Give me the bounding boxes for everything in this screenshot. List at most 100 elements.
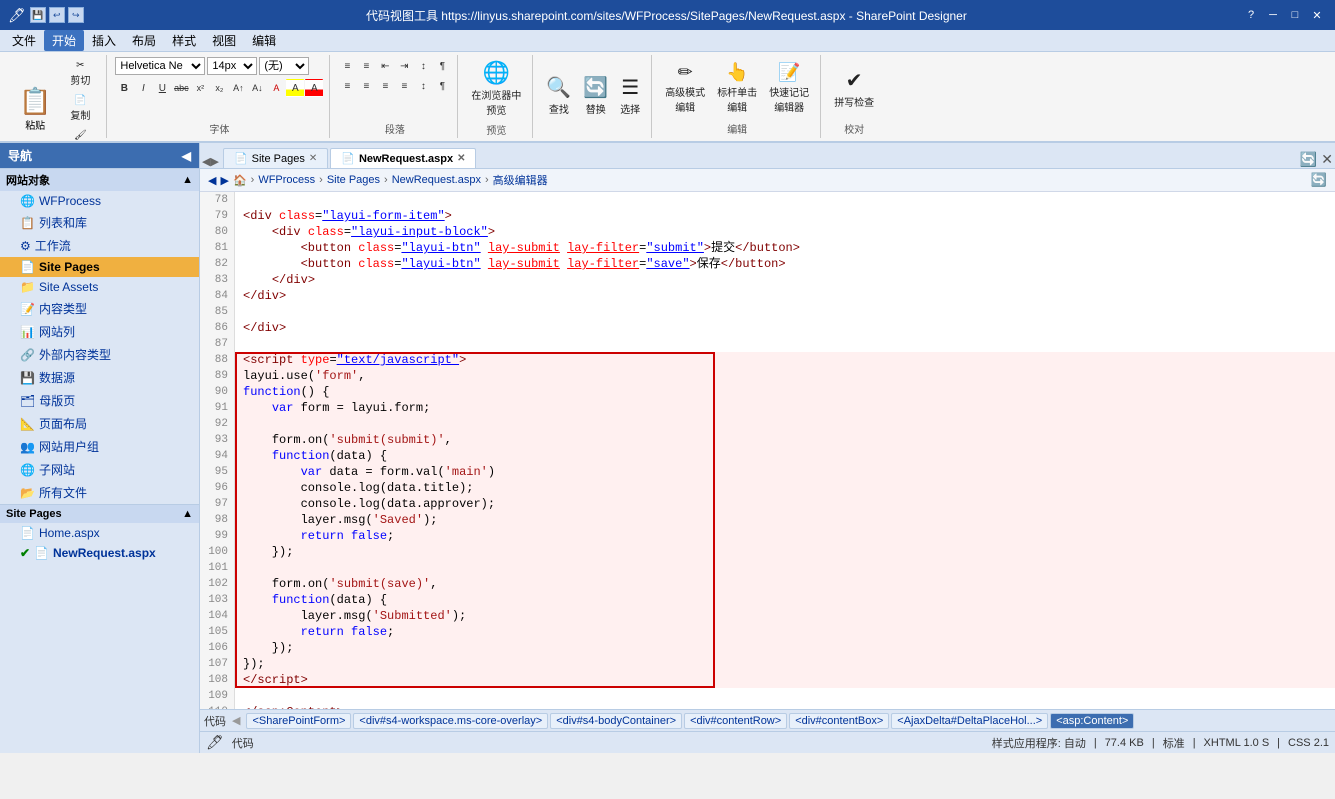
indent-button[interactable]: ⇥ bbox=[395, 57, 413, 75]
sidebar-item-sitepages[interactable]: 📄 Site Pages bbox=[0, 257, 199, 277]
tab-close-all-icon[interactable]: ✕ bbox=[1321, 151, 1333, 168]
show-hide-button[interactable]: ¶ bbox=[433, 57, 451, 75]
sidebar-item-datasources[interactable]: 💾 数据源 bbox=[0, 366, 199, 389]
tab-sitepages-close[interactable]: ✕ bbox=[309, 153, 317, 164]
menu-insert[interactable]: 插入 bbox=[84, 30, 124, 51]
tag-sharepoint-form[interactable]: <SharePointForm> bbox=[246, 713, 351, 729]
menu-view[interactable]: 视图 bbox=[204, 30, 244, 51]
code-editor[interactable]: 7879<div class="layui-form-item">80 <div… bbox=[200, 192, 1335, 709]
align-right-button[interactable]: ≡ bbox=[376, 77, 394, 95]
tab-newrequest-close[interactable]: ✕ bbox=[457, 153, 465, 164]
paste-button[interactable]: 📋 粘贴 bbox=[12, 83, 58, 135]
select-button[interactable]: ☰ 选择 bbox=[615, 72, 645, 119]
font-size-select[interactable]: 14px bbox=[207, 57, 257, 75]
minimize-btn[interactable]: ─ bbox=[1263, 7, 1283, 23]
tag-content-row[interactable]: <div#contentRow> bbox=[684, 713, 787, 729]
tag-content-box[interactable]: <div#contentBox> bbox=[789, 713, 889, 729]
spell-check-button[interactable]: ✔ 拼写检查 bbox=[829, 65, 879, 112]
breadcrumb-refresh-icon[interactable]: 🔄 bbox=[1311, 172, 1327, 188]
tab-sitepages[interactable]: 📄 Site Pages ✕ bbox=[223, 148, 328, 168]
superscript-button[interactable]: x² bbox=[191, 79, 209, 97]
line-content-104: layer.msg('Submitted'); bbox=[235, 608, 1335, 624]
single-click-button[interactable]: 👆 标杆单击编辑 bbox=[712, 59, 762, 117]
sidebar-item-lists[interactable]: 📋 列表和库 bbox=[0, 211, 199, 234]
sidebar-item-newrequestaspx[interactable]: ✔ 📄 NewRequest.aspx bbox=[0, 543, 199, 563]
code-line-109: 109 bbox=[200, 688, 1335, 704]
advanced-mode-button[interactable]: ✏ 高级模式编辑 bbox=[660, 59, 710, 117]
menu-home[interactable]: 开始 bbox=[44, 30, 84, 51]
tab-newrequest[interactable]: 📄 NewRequest.aspx ✕ bbox=[330, 148, 476, 168]
justify-button[interactable]: ≡ bbox=[395, 77, 413, 95]
undo-quick-icon[interactable]: ↩ bbox=[49, 7, 65, 23]
menu-file[interactable]: 文件 bbox=[4, 30, 44, 51]
sidebar-item-contenttypes[interactable]: 📝 内容类型 bbox=[0, 297, 199, 320]
menu-styles[interactable]: 样式 bbox=[164, 30, 204, 51]
sidebar-sitepages-section[interactable]: Site Pages ▲ bbox=[0, 504, 199, 523]
font-color-button[interactable]: A bbox=[305, 79, 323, 97]
bold-button[interactable]: B bbox=[115, 79, 133, 97]
list-bullet-button[interactable]: ≡ bbox=[338, 57, 356, 75]
italic-button[interactable]: I bbox=[134, 79, 152, 97]
tag-ajax-delta[interactable]: <AjaxDelta#DeltaPlaceHol...> bbox=[891, 713, 1048, 729]
sidebar-item-siteassets[interactable]: 📁 Site Assets bbox=[0, 277, 199, 297]
decrease-font-button[interactable]: A↓ bbox=[248, 79, 266, 97]
redo-quick-icon[interactable]: ↪ bbox=[68, 7, 84, 23]
quick-recording-icon: 📝 bbox=[778, 62, 800, 83]
sidebar-item-subsites[interactable]: 🌐 子网站 bbox=[0, 458, 199, 481]
breadcrumb-sitepages[interactable]: Site Pages bbox=[327, 174, 380, 186]
align-left-button[interactable]: ≡ bbox=[338, 77, 356, 95]
find-group: 🔍 查找 🔄 替换 ☰ 选择 bbox=[535, 55, 652, 138]
find-button[interactable]: 🔍 查找 bbox=[541, 72, 576, 119]
list-ordered-button[interactable]: ≡ bbox=[357, 57, 375, 75]
line-spacing-button[interactable]: ↕ bbox=[414, 77, 432, 95]
tab-refresh-icon[interactable]: 🔄 bbox=[1300, 151, 1317, 168]
breadcrumb-nav-right[interactable]: ▶ bbox=[220, 174, 228, 187]
sidebar-item-wfprocess[interactable]: 🌐 WFProcess bbox=[0, 191, 199, 211]
menu-layout[interactable]: 布局 bbox=[124, 30, 164, 51]
highlight-button[interactable]: A bbox=[286, 79, 304, 97]
copy-button[interactable]: 📄 复制 bbox=[60, 92, 100, 125]
tag-s4-body[interactable]: <div#s4-bodyContainer> bbox=[550, 713, 682, 729]
font-name-select[interactable]: Helvetica Ne bbox=[115, 57, 205, 75]
maximize-btn[interactable]: □ bbox=[1285, 7, 1305, 23]
tag-s4-workspace[interactable]: <div#s4-workspace.ms-core-overlay> bbox=[353, 713, 548, 729]
sidebar-item-sitecolumns[interactable]: 📊 网站列 bbox=[0, 320, 199, 343]
list-icon: 📋 bbox=[20, 216, 35, 230]
sidebar-collapse-icon[interactable]: ◀ bbox=[182, 149, 191, 163]
sort-button[interactable]: ↕ bbox=[414, 57, 432, 75]
nav-left-icon[interactable]: ◀ bbox=[202, 155, 210, 168]
sidebar-item-sitegroups[interactable]: 👥 网站用户组 bbox=[0, 435, 199, 458]
help-btn[interactable]: ? bbox=[1241, 7, 1261, 23]
underline-button[interactable]: U bbox=[153, 79, 171, 97]
paragraph-button[interactable]: ¶ bbox=[433, 77, 451, 95]
increase-font-button[interactable]: A↑ bbox=[229, 79, 247, 97]
nav-right-icon[interactable]: ▶ bbox=[210, 155, 218, 168]
tag-asp-content[interactable]: <asp:Content> bbox=[1050, 713, 1134, 729]
cut-button[interactable]: ✂ 剪切 bbox=[60, 57, 100, 90]
sidebar-item-allfiles[interactable]: 📂 所有文件 bbox=[0, 481, 199, 504]
sidebar-item-pagelayouts[interactable]: 📐 页面布局 bbox=[0, 412, 199, 435]
quick-recording-button[interactable]: 📝 快速记记编辑器 bbox=[764, 59, 814, 117]
sidebar-item-externalcontent[interactable]: 🔗 外部内容类型 bbox=[0, 343, 199, 366]
sidebar-item-masterpages[interactable]: 🗂 母版页 bbox=[0, 389, 199, 412]
breadcrumb-newrequest[interactable]: NewRequest.aspx bbox=[392, 174, 481, 186]
save-quick-icon[interactable]: 💾 bbox=[30, 7, 46, 23]
line-content-81: <button class="layui-btn" lay-submit lay… bbox=[235, 240, 1335, 256]
close-btn[interactable]: ✕ bbox=[1307, 7, 1327, 23]
browser-preview-button[interactable]: 🌐 在浏览器中预览 bbox=[466, 57, 526, 120]
font-style-select[interactable]: (无) bbox=[259, 57, 309, 75]
menu-edit[interactable]: 编辑 bbox=[244, 30, 284, 51]
title-bar-left: 🖊 💾 ↩ ↪ bbox=[8, 7, 92, 24]
breadcrumb-nav-left[interactable]: ◀ bbox=[208, 174, 216, 187]
sidebar-item-workflows[interactable]: ⚙ 工作流 bbox=[0, 234, 199, 257]
align-center-button[interactable]: ≡ bbox=[357, 77, 375, 95]
strikethrough-button[interactable]: abc bbox=[172, 79, 190, 97]
breadcrumb-wfprocess[interactable]: WFProcess bbox=[258, 174, 315, 186]
outdent-button[interactable]: ⇤ bbox=[376, 57, 394, 75]
sidebar-website-section[interactable]: 网站对象 ▲ bbox=[0, 168, 199, 191]
subscript-button[interactable]: x₂ bbox=[210, 79, 228, 97]
replace-button[interactable]: 🔄 替换 bbox=[578, 72, 613, 119]
sidebar-item-homeaspx[interactable]: 📄 Home.aspx bbox=[0, 523, 199, 543]
clear-format-button[interactable]: A bbox=[267, 79, 285, 97]
workflow-icon: ⚙ bbox=[20, 239, 31, 253]
